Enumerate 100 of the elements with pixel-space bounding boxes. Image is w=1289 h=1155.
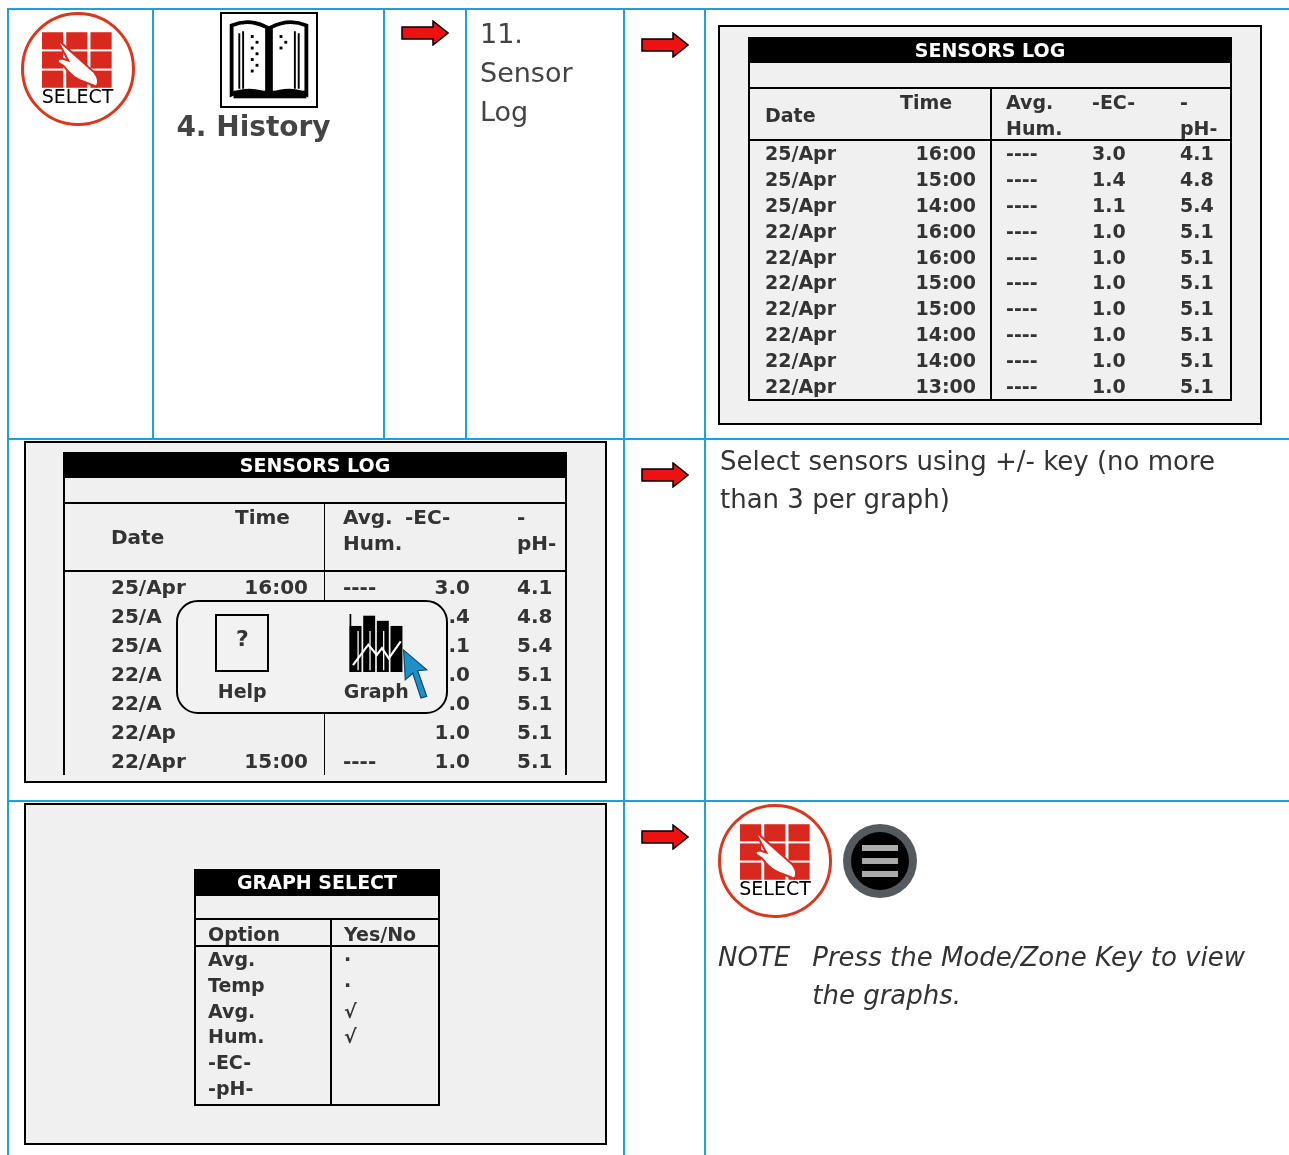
option-label: Hum. (208, 1024, 266, 1050)
column-header: Date (111, 524, 165, 550)
table-cell: 5.1 (1180, 273, 1214, 293)
column-header: Avg. Hum. (1006, 90, 1063, 141)
right-arrow-icon (640, 824, 689, 850)
table-cell: 16:00 (915, 144, 976, 164)
table-cell: .0 (448, 663, 470, 684)
table-cell: 22/Apr (765, 299, 837, 319)
menu-item-label: 4. History (176, 110, 331, 144)
table-cell: 5.1 (517, 750, 553, 771)
table-cell: 1.0 (1092, 324, 1126, 344)
right-arrow-icon (640, 462, 689, 488)
option-label: Avg. (208, 947, 257, 972)
table-cell: 22/A (111, 692, 162, 713)
column-header: - pH- (1180, 90, 1218, 141)
table-cell: .4 (448, 605, 470, 626)
table-cell: 3.0 (434, 576, 470, 597)
table-cell: 22/Ap (111, 721, 176, 742)
table-cell: .0 (448, 692, 470, 713)
table-cell: 5.1 (1180, 324, 1214, 344)
table-cell: 1.1 (1092, 196, 1126, 215)
key-label: SELECT (739, 879, 811, 898)
table-cell: 15:00 (915, 170, 976, 190)
table-cell: 15:00 (915, 273, 976, 293)
table-cell: 25/A (111, 634, 162, 655)
table-cell: 22/Apr (111, 750, 186, 771)
table-cell: ---- (1006, 196, 1038, 215)
table-cell: 5.1 (517, 692, 553, 713)
table-cell: 4.1 (517, 576, 553, 597)
table-cell: 22/Apr (765, 324, 837, 344)
table-cell: 15:00 (244, 750, 308, 771)
table-cell: 25/Apr (765, 196, 837, 215)
column-header: Avg. Hum. (343, 504, 403, 556)
table-cell: 22/Apr (765, 273, 837, 293)
screen-title-bar: SENSORS LOG (748, 37, 1232, 63)
table-cell: 13:00 (915, 376, 976, 396)
grid-hand-icon (739, 824, 811, 881)
table-cell: 14:00 (915, 324, 976, 344)
table-cell: ---- (1006, 144, 1038, 164)
table-cell: 1.4 (1092, 170, 1126, 190)
table-cell: 22/Apr (765, 221, 837, 241)
selection-mark: · (344, 973, 352, 996)
table-cell: 22/Apr (765, 376, 837, 396)
table-cell: 3.0 (1092, 144, 1126, 164)
table-cell: 25/A (111, 605, 162, 626)
column-header: -EC- (405, 504, 451, 530)
table-cell: 5.4 (517, 634, 553, 655)
table-cell: 4.8 (1180, 170, 1214, 190)
column-header: Date (765, 103, 816, 128)
table-cell: 16:00 (915, 247, 976, 267)
table-cell: 16:00 (244, 576, 308, 597)
table-cell: 22/Apr (765, 247, 837, 267)
table-cell: 5.1 (1180, 350, 1214, 370)
note-text: Press the Mode/Zone Key to view the graphs. (812, 941, 1246, 1012)
selection-mark: · (344, 948, 352, 970)
column-header: Time (235, 504, 290, 530)
option-label: Temp (208, 972, 266, 998)
column-header: Time (900, 90, 953, 115)
bar-chart-icon[interactable] (349, 614, 404, 672)
column-header: -EC- (1092, 90, 1136, 115)
table-cell: 5.1 (517, 721, 553, 742)
table-cell: ---- (1006, 324, 1038, 344)
option-label: -pH- (208, 1076, 255, 1101)
table-cell: ---- (1006, 170, 1038, 190)
table-cell: ---- (1006, 247, 1038, 267)
table-cell: 15:00 (915, 299, 976, 319)
option-label: -EC- (208, 1050, 253, 1076)
key-label: SELECT (41, 87, 114, 106)
column-header: Yes/No (344, 922, 417, 947)
note-label: NOTE (718, 941, 791, 974)
table-cell: 25/Apr (111, 576, 186, 597)
table-cell: ---- (343, 576, 377, 597)
right-arrow-icon (401, 20, 449, 46)
table-cell: 5.1 (1180, 247, 1214, 267)
submenu-item-label: 11. Sensor Log (480, 17, 574, 129)
column-header: - pH- (517, 504, 557, 556)
table-cell: 4.8 (517, 605, 553, 626)
popup-item-label: Help (217, 682, 267, 701)
popup-item-label: Graph (343, 682, 409, 701)
table-cell: 25/Apr (765, 170, 837, 190)
table-cell: 1.0 (1092, 273, 1126, 293)
grid-hand-icon (42, 32, 113, 89)
table-cell: ---- (1006, 221, 1038, 241)
screen-title-bar: SENSORS LOG (63, 452, 567, 478)
table-cell: .1 (448, 634, 470, 655)
selection-mark: √ (344, 999, 357, 1022)
help-button[interactable]: ? (215, 614, 270, 672)
table-cell: 5.1 (1180, 221, 1214, 241)
table-cell: 25/Apr (765, 144, 837, 164)
table-cell: ---- (343, 750, 377, 771)
table-cell: 1.0 (1092, 221, 1126, 241)
table-cell: 4.1 (1180, 144, 1214, 164)
column-header: Option (208, 922, 280, 947)
table-cell: 1.0 (1092, 299, 1126, 319)
book-icon (219, 12, 318, 108)
table-cell: 14:00 (915, 196, 976, 215)
instruction-text: Select sensors using +/- key (no more than 3 per graph) (720, 445, 1217, 516)
table-cell: 5.1 (1180, 376, 1214, 396)
menu-icon (842, 823, 918, 899)
table-cell: ---- (1006, 299, 1038, 319)
